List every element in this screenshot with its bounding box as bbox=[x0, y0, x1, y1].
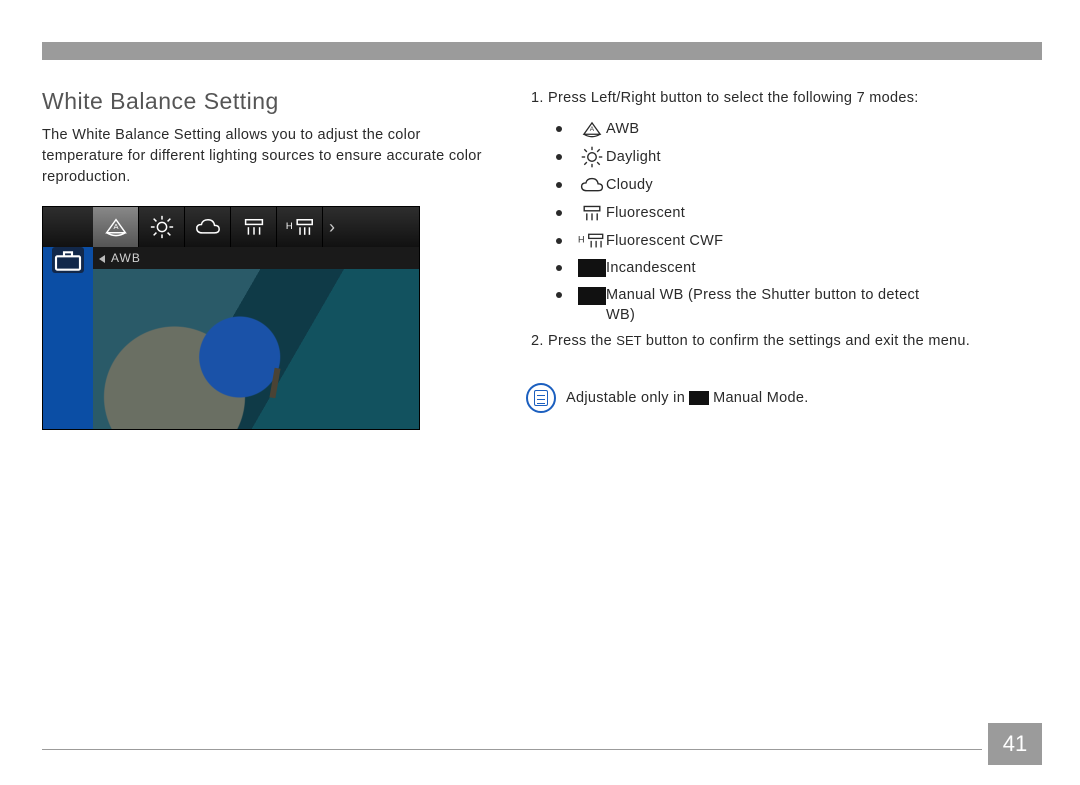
manual-wb-icon bbox=[578, 287, 606, 305]
page-number: 41 bbox=[988, 723, 1042, 765]
incandescent-icon bbox=[578, 259, 606, 277]
description-text: The White Balance Setting allows you to … bbox=[42, 125, 492, 188]
instruction-steps: Press Left/Right button to select the fo… bbox=[526, 88, 1042, 351]
manual-mode-chip-icon bbox=[689, 391, 709, 405]
svg-text:H: H bbox=[578, 235, 585, 245]
lcd-sample-photo bbox=[93, 269, 419, 429]
cloudy-icon bbox=[578, 174, 606, 196]
footer-rule bbox=[42, 749, 1042, 755]
content-columns: White Balance Setting The White Balance … bbox=[42, 60, 1042, 430]
page-title: White Balance Setting bbox=[42, 88, 492, 115]
left-column: White Balance Setting The White Balance … bbox=[42, 88, 492, 430]
lcd-mode-strip: A H › bbox=[43, 207, 419, 247]
mode-item-fluorescent-cwf: H Fluorescent CWF bbox=[548, 230, 1042, 252]
step-1-text: Press Left/Right button to select the fo… bbox=[548, 90, 919, 106]
step-2: Press the SET button to confirm the sett… bbox=[548, 331, 1042, 351]
mode-list: A AWB Daylight bbox=[548, 118, 1042, 325]
strip-daylight-icon bbox=[139, 207, 185, 247]
mode-item-manual-wb: Manual WB (Press the Shutter button to d… bbox=[548, 285, 1042, 326]
set-button-label: SET bbox=[616, 333, 641, 348]
note-text: Adjustable only in Manual Mode. bbox=[566, 390, 809, 406]
mode-item-cloudy: Cloudy bbox=[548, 174, 1042, 196]
header-bar bbox=[42, 42, 1042, 60]
strip-scroll-right-icon: › bbox=[323, 217, 341, 238]
mode-item-awb: A AWB bbox=[548, 118, 1042, 140]
strip-cloudy-icon bbox=[185, 207, 231, 247]
mode-item-daylight: Daylight bbox=[548, 146, 1042, 168]
fluorescent-icon bbox=[578, 202, 606, 224]
step-2-post: button to confirm the settings and exit … bbox=[642, 333, 971, 349]
step-1: Press Left/Right button to select the fo… bbox=[548, 88, 1042, 325]
svg-text:H: H bbox=[285, 220, 292, 231]
mode-label: Fluorescent CWF bbox=[606, 231, 723, 251]
awb-icon: A bbox=[578, 118, 606, 140]
note-pre: Adjustable only in bbox=[566, 390, 685, 406]
mode-label: Manual WB (Press the Shutter button to d… bbox=[606, 285, 936, 326]
daylight-icon bbox=[578, 146, 606, 168]
svg-text:A: A bbox=[113, 222, 118, 231]
mode-label: Cloudy bbox=[606, 175, 653, 195]
mode-item-fluorescent: Fluorescent bbox=[548, 202, 1042, 224]
strip-awb-icon: A bbox=[93, 207, 139, 247]
mode-label: AWB bbox=[606, 119, 639, 139]
fluorescent-cwf-icon: H bbox=[578, 230, 606, 252]
right-column: Press Left/Right button to select the fo… bbox=[526, 88, 1042, 430]
page: White Balance Setting The White Balance … bbox=[42, 42, 1042, 757]
step-2-pre: Press the bbox=[548, 333, 616, 349]
note-post: Manual Mode. bbox=[713, 390, 809, 406]
mode-label: Incandescent bbox=[606, 258, 696, 278]
note: Adjustable only in Manual Mode. bbox=[526, 383, 1042, 413]
svg-text:A: A bbox=[590, 126, 595, 133]
note-icon bbox=[526, 383, 556, 413]
mode-item-incandescent: Incandescent bbox=[548, 258, 1042, 278]
camera-lcd-screenshot: A A bbox=[42, 206, 420, 430]
strip-fluorescent-icon bbox=[231, 207, 277, 247]
toolbox-icon bbox=[52, 247, 84, 273]
mode-label: Daylight bbox=[606, 147, 661, 167]
strip-fluorescent-cwf-icon: H bbox=[277, 207, 323, 247]
lcd-selected-label: AWB bbox=[93, 247, 419, 269]
mode-label: Fluorescent bbox=[606, 203, 685, 223]
